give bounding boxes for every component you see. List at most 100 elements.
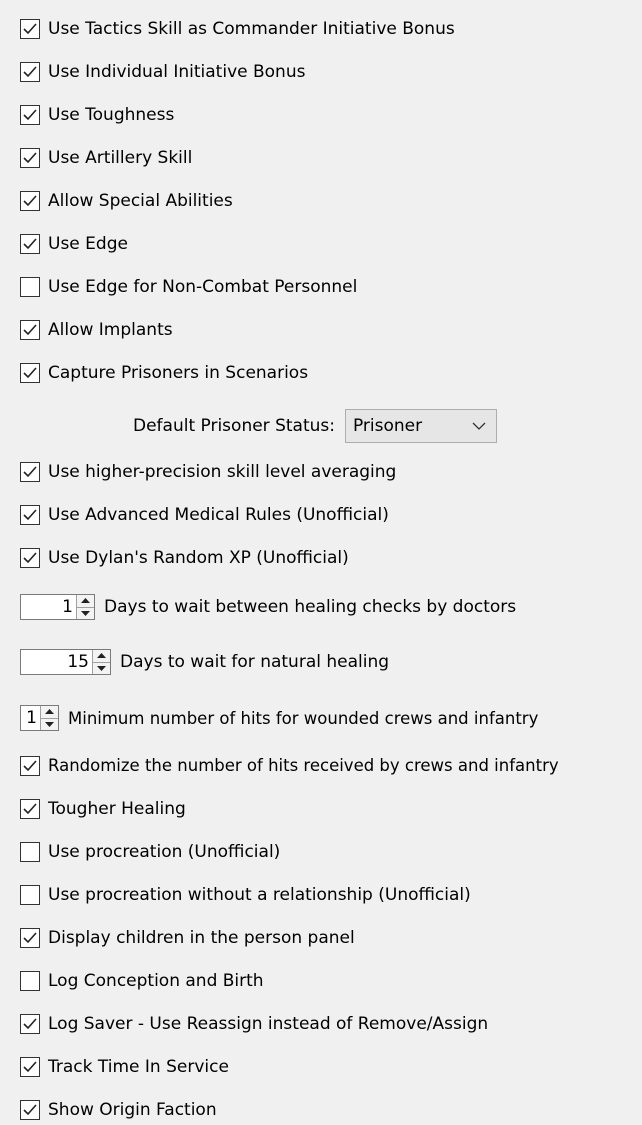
checkbox[interactable]: [20, 234, 40, 254]
checkmark-icon: [23, 803, 37, 815]
checkmark-icon: [23, 367, 37, 379]
checkbox-row[interactable]: Display children in the person panel: [20, 925, 355, 951]
checkbox[interactable]: [20, 885, 40, 905]
checkbox[interactable]: [20, 756, 40, 776]
checkbox-label: Use procreation (Unofficial): [48, 841, 281, 862]
checkbox[interactable]: [20, 320, 40, 340]
checkbox-row[interactable]: Show Origin Faction: [20, 1097, 217, 1123]
checkbox[interactable]: [20, 928, 40, 948]
checkbox-row[interactable]: Tougher Healing: [20, 796, 186, 822]
checkmark-icon: [23, 760, 37, 772]
prisoner-status-dropdown[interactable]: Prisoner: [344, 409, 497, 443]
checkbox-label: Randomize the number of hits received by…: [48, 755, 559, 775]
checkbox-row[interactable]: Use Artillery Skill: [20, 145, 192, 171]
spinner-up-button[interactable]: [41, 706, 58, 719]
checkbox[interactable]: [20, 842, 40, 862]
prisoner-status-row: Default Prisoner Status: Prisoner: [133, 409, 497, 443]
checkmark-icon: [23, 152, 37, 164]
checkmark-icon: [23, 1018, 37, 1030]
checkbox-label: Log Saver - Use Reassign instead of Remo…: [48, 1013, 489, 1034]
chevron-down-icon: [472, 422, 486, 430]
checkbox[interactable]: [20, 277, 40, 297]
checkmark-icon: [23, 23, 37, 35]
checkbox-row[interactable]: Use Individual Initiative Bonus: [20, 59, 305, 85]
checkbox-label: Capture Prisoners in Scenarios: [48, 362, 309, 383]
checkbox-row[interactable]: Use higher-precision skill level averagi…: [20, 459, 396, 485]
spinner-down-button[interactable]: [77, 608, 94, 620]
spinner-up-button[interactable]: [77, 595, 94, 608]
checkmark-icon: [23, 66, 37, 78]
checkbox-row[interactable]: Use procreation (Unofficial): [20, 839, 280, 865]
checkbox-row[interactable]: Allow Implants: [20, 317, 173, 343]
spinner-up-button[interactable]: [93, 650, 110, 663]
spinner-down-button[interactable]: [93, 663, 110, 675]
checkbox-label: Log Conception and Birth: [48, 970, 264, 991]
checkbox[interactable]: [20, 148, 40, 168]
healing-checks-spinner[interactable]: 1: [20, 594, 95, 620]
checkbox-label: Use Tactics Skill as Commander Initiativ…: [48, 18, 455, 39]
checkbox[interactable]: [20, 363, 40, 383]
checkmark-icon: [23, 238, 37, 250]
checkbox-row[interactable]: Use Advanced Medical Rules (Unofficial): [20, 502, 389, 528]
arrow-up-icon: [81, 598, 90, 604]
checkbox-label: Show Origin Faction: [48, 1099, 217, 1120]
checkbox-row[interactable]: Log Conception and Birth: [20, 968, 264, 994]
checkmark-icon: [23, 324, 37, 336]
checkbox-row[interactable]: Capture Prisoners in Scenarios: [20, 360, 308, 386]
spinner-label: Days to wait for natural healing: [120, 652, 390, 672]
checkbox[interactable]: [20, 191, 40, 211]
checkbox-label: Use Edge: [48, 233, 128, 254]
checkbox[interactable]: [20, 62, 40, 82]
arrow-up-icon: [45, 709, 54, 715]
checkbox-row[interactable]: Track Time In Service: [20, 1054, 229, 1080]
checkbox[interactable]: [20, 799, 40, 819]
spinner-down-button[interactable]: [41, 719, 58, 731]
arrow-down-icon: [45, 721, 54, 727]
checkbox-label: Track Time In Service: [48, 1056, 229, 1077]
minimum-hits-spinner[interactable]: 1: [20, 705, 59, 731]
minimum-hits-row: 1 Minimum number of hits for wounded cre…: [20, 704, 538, 732]
checkbox[interactable]: [20, 548, 40, 568]
natural-healing-row: 15 Days to wait for natural healing: [20, 648, 389, 676]
checkbox-label: Use Advanced Medical Rules (Unofficial): [48, 504, 389, 525]
checkbox-label: Tougher Healing: [48, 798, 186, 819]
checkbox-row[interactable]: Use Edge: [20, 231, 128, 257]
checkbox-label: Use procreation without a relationship (…: [48, 884, 471, 905]
checkbox-label: Use higher-precision skill level averagi…: [48, 461, 397, 482]
checkbox-row[interactable]: Use Dylan's Random XP (Unofficial): [20, 545, 349, 571]
checkmark-icon: [23, 109, 37, 121]
checkbox-row[interactable]: Use Tactics Skill as Commander Initiativ…: [20, 16, 455, 42]
checkbox[interactable]: [20, 505, 40, 525]
spinner-label: Days to wait between healing checks by d…: [104, 597, 517, 617]
prisoner-status-label: Default Prisoner Status:: [133, 416, 335, 436]
checkbox-row[interactable]: Use Edge for Non-Combat Personnel: [20, 274, 357, 300]
checkmark-icon: [23, 1104, 37, 1116]
arrow-up-icon: [97, 653, 106, 659]
checkbox-row[interactable]: Randomize the number of hits received by…: [20, 753, 559, 779]
checkbox-row[interactable]: Allow Special Abilities: [20, 188, 233, 214]
checkbox-label: Use Individual Initiative Bonus: [48, 61, 306, 82]
checkbox[interactable]: [20, 1100, 40, 1120]
checkbox[interactable]: [20, 971, 40, 991]
checkbox[interactable]: [20, 19, 40, 39]
checkmark-icon: [23, 552, 37, 564]
checkbox-row[interactable]: Use procreation without a relationship (…: [20, 882, 471, 908]
checkbox-label: Use Dylan's Random XP (Unofficial): [48, 547, 349, 568]
checkbox[interactable]: [20, 462, 40, 482]
checkbox-label: Display children in the person panel: [48, 927, 355, 948]
checkbox-label: Use Edge for Non-Combat Personnel: [48, 276, 358, 297]
healing-checks-row: 1 Days to wait between healing checks by…: [20, 593, 516, 621]
spinner-value[interactable]: 15: [21, 650, 92, 674]
spinner-value[interactable]: 1: [21, 706, 40, 730]
checkbox-label: Use Artillery Skill: [48, 147, 193, 168]
checkmark-icon: [23, 509, 37, 521]
checkmark-icon: [23, 1061, 37, 1073]
checkbox[interactable]: [20, 1057, 40, 1077]
spinner-value[interactable]: 1: [21, 595, 76, 619]
checkbox[interactable]: [20, 1014, 40, 1034]
natural-healing-spinner[interactable]: 15: [20, 649, 111, 675]
checkbox-row[interactable]: Log Saver - Use Reassign instead of Remo…: [20, 1011, 488, 1037]
checkbox[interactable]: [20, 105, 40, 125]
checkbox-row[interactable]: Use Toughness: [20, 102, 174, 128]
spinner-label: Minimum number of hits for wounded crews…: [68, 708, 539, 728]
